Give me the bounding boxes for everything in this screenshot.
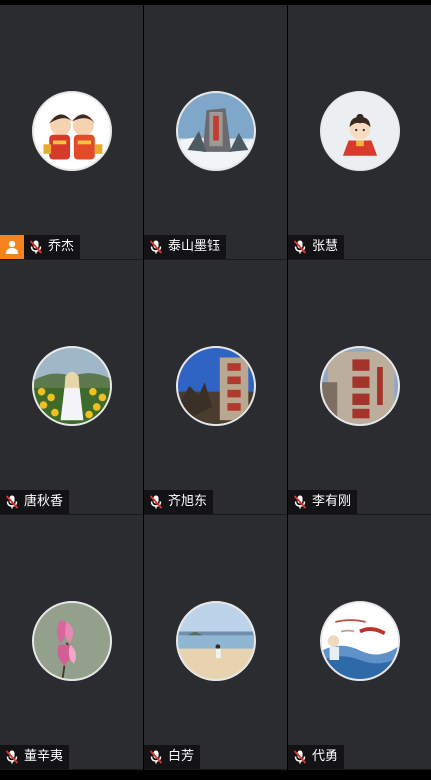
name-box: 李有刚 [288, 490, 358, 514]
participant-tile[interactable]: 齐旭东 [144, 260, 287, 515]
participant-tile[interactable]: 唐秋香 [0, 260, 143, 515]
participant-label: 齐旭东 [144, 490, 214, 514]
participant-name: 董辛夷 [24, 749, 64, 764]
participant-label: 董辛夷 [0, 745, 70, 769]
name-box: 代勇 [288, 745, 345, 769]
host-badge [0, 235, 24, 259]
mic-muted-icon[interactable] [4, 749, 20, 765]
stone-inscription-avatar-image [177, 348, 254, 424]
bottom-bar [0, 770, 431, 780]
name-box: 唐秋香 [0, 490, 70, 514]
participant-name: 张慧 [312, 239, 339, 254]
mic-muted-icon[interactable] [148, 239, 164, 255]
participant-name: 泰山墨钰 [168, 239, 221, 254]
participant-tile[interactable]: 泰山墨钰 [144, 5, 287, 260]
stone-inscription-close-avatar-image [321, 348, 398, 424]
avatar [319, 91, 400, 171]
sea-calligraphy-avatar-image [321, 603, 398, 679]
participant-name: 李有刚 [312, 494, 352, 509]
mountain-stele-avatar-image [177, 93, 254, 169]
participant-tile[interactable]: 白芳 [144, 515, 287, 770]
beach-avatar-image [177, 603, 254, 679]
sunflower-field-avatar-image [33, 348, 110, 424]
participant-grid: 乔杰 泰山墨钰 张慧 唐秋香 齐旭东 李有刚 董辛夷 白芳 代勇 [0, 5, 431, 770]
name-box: 张慧 [288, 235, 345, 259]
avatar [31, 601, 112, 681]
avatar [319, 346, 400, 426]
participant-tile[interactable]: 代勇 [288, 515, 431, 770]
name-box: 乔杰 [24, 235, 81, 259]
participant-label: 唐秋香 [0, 490, 70, 514]
participant-label: 李有刚 [288, 490, 358, 514]
mic-muted-icon[interactable] [292, 494, 308, 510]
participant-name: 白芳 [168, 749, 195, 764]
cartoon-couple-avatar-image [33, 93, 110, 169]
participant-tile[interactable]: 李有刚 [288, 260, 431, 515]
avatar [175, 346, 256, 426]
cartoon-girl-avatar-image [321, 93, 398, 169]
magnolia-flower-avatar-image [33, 603, 110, 679]
name-box: 齐旭东 [144, 490, 214, 514]
participant-label: 张慧 [288, 235, 345, 259]
participant-name: 代勇 [312, 749, 339, 764]
participant-tile[interactable]: 董辛夷 [0, 515, 143, 770]
participant-label: 白芳 [144, 745, 201, 769]
avatar [175, 91, 256, 171]
participant-tile[interactable]: 乔杰 [0, 5, 143, 260]
avatar [175, 601, 256, 681]
mic-muted-icon[interactable] [28, 239, 44, 255]
participant-label: 乔杰 [0, 235, 81, 259]
participant-tile[interactable]: 张慧 [288, 5, 431, 260]
mic-muted-icon[interactable] [292, 239, 308, 255]
name-box: 董辛夷 [0, 745, 70, 769]
name-box: 白芳 [144, 745, 201, 769]
participant-name: 唐秋香 [24, 494, 64, 509]
participant-name: 齐旭东 [168, 494, 208, 509]
name-box: 泰山墨钰 [144, 235, 227, 259]
avatar [31, 346, 112, 426]
participant-label: 泰山墨钰 [144, 235, 227, 259]
participant-label: 代勇 [288, 745, 345, 769]
person-icon [6, 240, 18, 254]
avatar [31, 91, 112, 171]
mic-muted-icon[interactable] [4, 494, 20, 510]
participant-name: 乔杰 [48, 239, 75, 254]
mic-muted-icon[interactable] [148, 749, 164, 765]
mic-muted-icon[interactable] [292, 749, 308, 765]
mic-muted-icon[interactable] [148, 494, 164, 510]
avatar [319, 601, 400, 681]
